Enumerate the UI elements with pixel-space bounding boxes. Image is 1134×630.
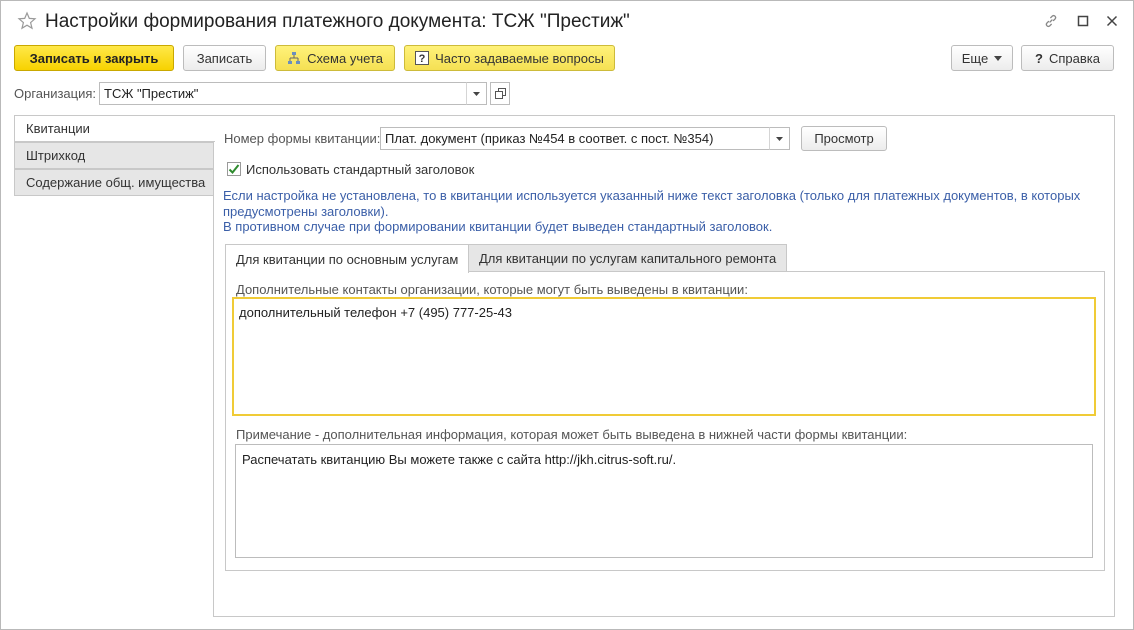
help-button[interactable]: ? Справка: [1021, 45, 1114, 71]
chevron-down-icon: [994, 55, 1003, 61]
check-icon: [228, 163, 240, 175]
organization-label: Организация:: [14, 86, 97, 101]
organization-field[interactable]: ТСЖ "Престиж": [99, 82, 467, 105]
open-form-icon: [494, 88, 506, 99]
settings-window: Настройки формирования платежного докуме…: [0, 0, 1134, 630]
tab-label: Для квитанции по услугам капитального ре…: [479, 251, 777, 266]
form-number-field[interactable]: Плат. документ (приказ №454 в соответ. с…: [380, 127, 770, 150]
nav-item-label: Квитанции: [26, 121, 90, 136]
more-label: Еще: [961, 50, 989, 66]
tab-capital-repair[interactable]: Для квитанции по услугам капитального ре…: [468, 244, 788, 272]
save-and-close-button[interactable]: Записать и закрыть: [14, 45, 174, 71]
organization-open-button[interactable]: [490, 82, 510, 105]
info-line: Если настройка не установлена, то в квит…: [223, 188, 1081, 203]
tab-label: Для квитанции по основным услугам: [236, 251, 459, 267]
save-and-close-label: Записать и закрыть: [29, 50, 159, 66]
nav-item-barcode[interactable]: Штрихкод: [14, 142, 214, 169]
star-icon[interactable]: [17, 11, 37, 31]
svg-text:?: ?: [419, 53, 426, 65]
use-standard-header-checkbox[interactable]: [227, 162, 241, 176]
accounting-scheme-label: Схема учета: [307, 50, 383, 66]
nav-item-label: Штрихкод: [26, 148, 86, 163]
chevron-down-icon: [473, 91, 480, 96]
info-line: В противном случае при формировании квит…: [223, 219, 773, 234]
tree-icon: [287, 51, 301, 65]
nav-item-common-property[interactable]: Содержание общ. имущества: [14, 169, 214, 196]
header-info-text: Если настройка не установлена, то в квит…: [223, 188, 1103, 235]
faq-button[interactable]: ? Часто задаваемые вопросы: [404, 45, 615, 71]
nav-item-label: Содержание общ. имущества: [26, 175, 206, 190]
tab-main-services[interactable]: Для квитанции по основным услугам: [225, 244, 470, 273]
note-label: Примечание - дополнительная информация, …: [236, 427, 908, 442]
preview-label: Просмотр: [814, 131, 874, 146]
save-button[interactable]: Записать: [183, 45, 266, 71]
contacts-textarea[interactable]: дополнительный телефон +7 (495) 777-25-4…: [232, 297, 1096, 416]
window-title: Настройки формирования платежного докуме…: [45, 11, 630, 32]
preview-button[interactable]: Просмотр: [801, 126, 887, 151]
contacts-label: Дополнительные контакты организации, кот…: [236, 282, 748, 297]
nav-item-receipts[interactable]: Квитанции: [14, 115, 215, 142]
organization-value: ТСЖ "Престиж": [104, 86, 199, 101]
more-button[interactable]: Еще: [951, 45, 1013, 71]
form-number-label: Номер формы квитанции:: [224, 131, 381, 146]
close-icon[interactable]: [1102, 11, 1122, 31]
maximize-icon[interactable]: [1073, 11, 1093, 31]
form-number-dropdown-button[interactable]: [769, 127, 790, 150]
accounting-scheme-button[interactable]: Схема учета: [275, 45, 395, 71]
use-standard-header-label: Использовать стандартный заголовок: [246, 162, 475, 177]
organization-dropdown-button[interactable]: [466, 82, 487, 105]
faq-label: Часто задаваемые вопросы: [435, 50, 604, 66]
info-line: предусмотрены заголовки).: [223, 203, 389, 219]
link-icon[interactable]: [1041, 11, 1061, 31]
help-label: Справка: [1048, 50, 1100, 66]
note-textarea[interactable]: Распечатать квитанцию Вы можете также с …: [235, 444, 1093, 558]
chevron-down-icon: [776, 136, 783, 141]
form-number-value: Плат. документ (приказ №454 в соответ. с…: [385, 131, 714, 146]
save-label: Записать: [196, 50, 253, 66]
question-icon: ?: [415, 51, 430, 65]
help-question-icon: ?: [1035, 50, 1043, 66]
